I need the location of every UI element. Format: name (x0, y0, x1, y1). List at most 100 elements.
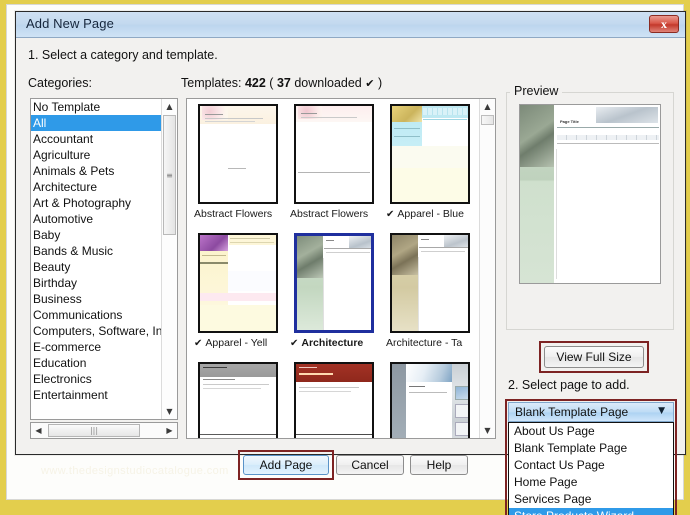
template-cell[interactable]: ✔ Apparel - Blue (384, 102, 478, 231)
preview-page-title: Page Title (560, 119, 579, 124)
templates-panel[interactable]: Abstract Flowers Abstract Flowers ✔ Appar… (186, 98, 496, 439)
view-full-size-button[interactable]: View Full Size (544, 346, 644, 368)
paren-open: ( (269, 76, 274, 90)
template-thumbnail[interactable] (294, 233, 374, 333)
category-item[interactable]: Education (31, 355, 162, 371)
add-new-page-dialog: Add New Page x 1. Select a category and … (15, 11, 686, 515)
scrollbar-grip-icon: ≡ (166, 171, 173, 180)
template-label-text: Architecture - Ta (386, 337, 463, 349)
page-option-item[interactable]: Home Page (509, 474, 673, 491)
outer-frame: www.thedesignstudiocatalogue.com Add New… (0, 0, 690, 515)
template-thumbnail[interactable] (198, 362, 278, 438)
paren-close: ) (377, 76, 383, 90)
scrollbar-thumb[interactable]: ≡ (163, 115, 176, 235)
category-item[interactable]: Agriculture (31, 147, 162, 163)
cancel-button[interactable]: Cancel (336, 455, 404, 475)
category-item[interactable]: Art & Photography (31, 195, 162, 211)
page-option-item[interactable]: Contact Us Page (509, 457, 673, 474)
category-item[interactable]: Baby (31, 227, 162, 243)
templates-scrollbar-thumb[interactable] (481, 115, 494, 125)
template-thumbnail[interactable] (294, 104, 374, 204)
template-label-text: Abstract Flowers (194, 208, 273, 220)
category-item[interactable]: Architecture (31, 179, 162, 195)
category-item[interactable]: Bands & Music (31, 243, 162, 259)
page-select-value: Blank Template Page (515, 405, 629, 419)
template-cell[interactable]: ✔ Apparel - Yell (192, 231, 286, 360)
category-item[interactable]: Business (31, 291, 162, 307)
category-item[interactable]: Birthday (31, 275, 162, 291)
category-item[interactable]: Electronics (31, 371, 162, 387)
dialog-title: Add New Page (26, 16, 114, 31)
scroll-up-icon[interactable]: ▲ (162, 99, 177, 114)
page-option-item[interactable]: Services Page (509, 491, 673, 508)
downloaded-check-icon: ✔ (386, 209, 395, 220)
template-cell[interactable]: Architecture - Ta (384, 231, 478, 360)
template-thumbnail[interactable] (198, 233, 278, 333)
category-item[interactable]: E-commerce (31, 339, 162, 355)
template-thumbnail[interactable] (390, 362, 470, 438)
downloaded-check-icon: ✔ (194, 338, 203, 349)
template-thumbnail[interactable] (294, 362, 374, 438)
category-item[interactable]: No Template (31, 99, 162, 115)
templates-grid[interactable]: Abstract Flowers Abstract Flowers ✔ Appar… (187, 99, 479, 438)
template-label: ✔ Apparel - Yell (192, 335, 286, 351)
template-cell[interactable] (192, 360, 286, 438)
categories-horizontal-scrollbar[interactable]: ◀ ||| ▶ (30, 422, 178, 439)
category-item[interactable]: Accountant (31, 131, 162, 147)
page-option-item[interactable]: About Us Page (509, 423, 673, 440)
template-thumbnail[interactable] (198, 104, 278, 204)
category-item[interactable]: Entertainment (31, 387, 162, 403)
scroll-down-icon[interactable]: ▼ (162, 404, 177, 419)
template-cell[interactable]: Abstract Flowers (288, 102, 382, 231)
downloaded-word: downloaded (294, 76, 362, 90)
template-label-text: Architecture (301, 337, 364, 349)
template-label: ✔ Architecture (288, 335, 382, 351)
template-thumbnail[interactable] (390, 233, 470, 333)
category-item[interactable]: Computers, Software, Inte (31, 323, 162, 339)
page-select-options[interactable]: About Us Page Blank Template Page Contact … (508, 422, 674, 515)
category-item[interactable]: Beauty (31, 259, 162, 275)
step-2-instruction: 2. Select page to add. (508, 378, 630, 392)
categories-label: Categories: (28, 76, 92, 90)
templates-scroll-up-icon[interactable]: ▲ (480, 99, 495, 114)
template-cell[interactable] (384, 360, 478, 438)
categories-vertical-scrollbar[interactable]: ▲ ≡ ▼ (161, 99, 177, 419)
template-cell[interactable]: ✔ Architecture (288, 231, 382, 360)
watermark: www.thedesignstudiocatalogue.com (41, 465, 229, 477)
template-label: Abstract Flowers (192, 206, 286, 222)
preview-page-render: Page Title (520, 105, 660, 283)
downloaded-check-icon: ✔ (290, 338, 299, 349)
page-sheet: www.thedesignstudiocatalogue.com Add New… (6, 4, 686, 515)
page-option-item[interactable]: Blank Template Page (509, 440, 673, 457)
templates-total-count: 422 (244, 76, 266, 90)
template-label-text: Apparel - Blue (397, 208, 464, 220)
template-thumbnail[interactable] (390, 104, 470, 204)
category-item[interactable]: Automotive (31, 211, 162, 227)
hscrollbar-thumb[interactable]: ||| (48, 424, 140, 437)
templates-count-label: Templates: 422 ( 37 downloaded ✔ ) (181, 76, 382, 90)
templates-vertical-scrollbar[interactable]: ▲ ▼ (479, 99, 495, 438)
category-item[interactable]: All (31, 115, 162, 131)
scroll-right-icon[interactable]: ▶ (162, 423, 177, 438)
templates-scroll-down-icon[interactable]: ▼ (480, 423, 495, 438)
template-cell[interactable] (288, 360, 382, 438)
template-label: Abstract Flowers (288, 206, 382, 222)
help-button[interactable]: Help (410, 455, 468, 475)
downloaded-check-icon: ✔ (365, 77, 375, 90)
category-item[interactable]: Communications (31, 307, 162, 323)
close-icon[interactable]: x (649, 15, 679, 33)
categories-list[interactable]: No Template All Accountant Agriculture Anima… (31, 99, 162, 419)
template-label-text: Abstract Flowers (290, 208, 369, 220)
page-option-item[interactable]: Store Products Wizard (509, 508, 673, 515)
scroll-left-icon[interactable]: ◀ (31, 423, 46, 438)
category-item[interactable]: Animals & Pets (31, 163, 162, 179)
template-cell[interactable]: Abstract Flowers (192, 102, 286, 231)
step-1-instruction: 1. Select a category and template. (28, 48, 218, 62)
preview-top-image (596, 107, 658, 123)
preview-rule (557, 127, 659, 128)
preview-image: Page Title (519, 104, 661, 284)
add-page-button[interactable]: Add Page (243, 455, 329, 475)
categories-listbox[interactable]: No Template All Accountant Agriculture Anima… (30, 98, 178, 420)
page-select-dropdown[interactable]: Blank Template Page ▼ (508, 402, 674, 422)
downloaded-count: 37 (276, 76, 291, 90)
